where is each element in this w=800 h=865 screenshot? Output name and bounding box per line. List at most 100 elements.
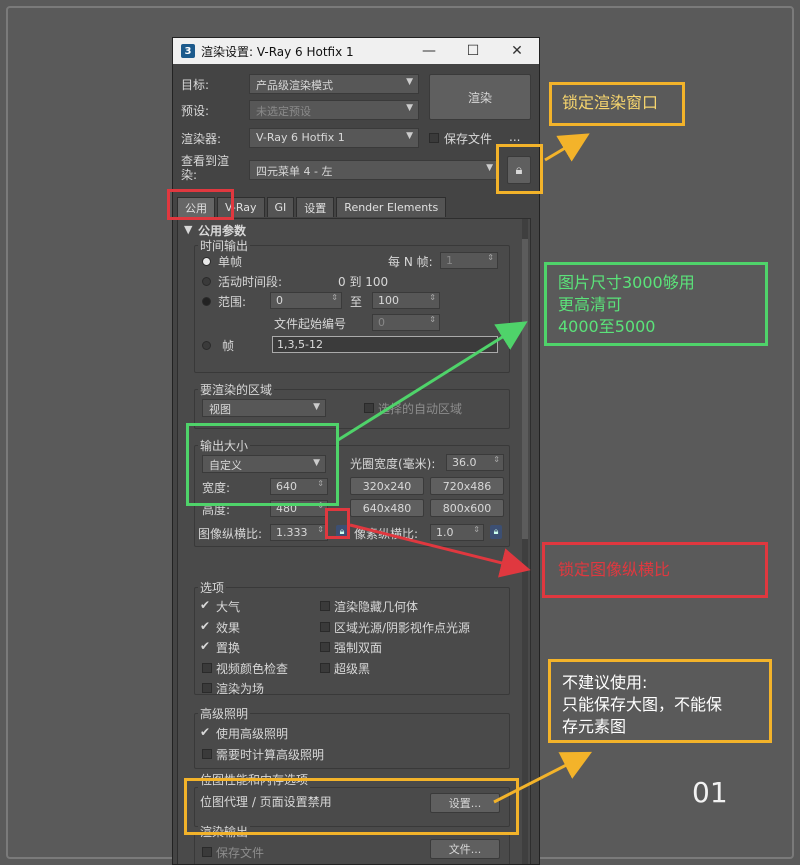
target-label: 目标: [181, 78, 210, 92]
renderer-value: V-Ray 6 Hotfix 1 [256, 131, 345, 144]
output-note-line3: 存元素图 [562, 717, 627, 736]
chevron-down-icon: ▼ [406, 77, 413, 87]
advanced-lighting-title: 高级照明 [198, 705, 251, 722]
preset-800x600-button[interactable]: 800x600 [430, 499, 504, 517]
spinner-icon[interactable]: ⇕ [493, 455, 500, 464]
size-note-line3: 4000至5000 [558, 317, 656, 336]
pixel-aspect-field[interactable]: 1.0 ⇕ [430, 524, 484, 541]
chevron-down-icon: ▼ [406, 131, 413, 141]
output-note-line1: 不建议使用: [562, 673, 648, 692]
active-segment-range: 0 到 100 [338, 275, 389, 289]
target-select[interactable]: 产品级渲染模式 ▼ [249, 74, 419, 94]
render-hidden-checkbox[interactable] [320, 601, 330, 611]
render-button[interactable]: 渲染 [429, 74, 531, 120]
render-fields-checkbox[interactable] [202, 683, 212, 693]
spinner-icon[interactable]: ⇕ [317, 525, 324, 534]
active-segment-radio[interactable] [202, 277, 211, 286]
single-frame-radio[interactable] [202, 257, 211, 266]
area-select[interactable]: 视图 ▼ [202, 399, 326, 417]
option-video-check: 视频颜色检查 [216, 662, 289, 676]
aperture-field[interactable]: 36.0 ⇕ [446, 454, 504, 471]
super-black-checkbox[interactable] [320, 663, 330, 673]
range-to-label: 至 [350, 295, 363, 309]
preset-value: 未选定预设 [256, 105, 311, 118]
tab-gi[interactable]: GI [266, 197, 295, 217]
area-lights-checkbox[interactable] [320, 622, 330, 632]
aspect-lock-highlight [325, 508, 350, 539]
use-advanced-lighting-label: 使用高级照明 [216, 727, 289, 741]
frames-radio[interactable] [202, 341, 211, 350]
spinner-icon[interactable]: ⇕ [487, 253, 494, 262]
compute-advanced-lighting-label: 需要时计算高级照明 [216, 748, 325, 762]
scrollbar[interactable] [522, 219, 528, 864]
preset-label: 预设: [181, 104, 210, 118]
view-select[interactable]: 四元菜单 4 - 左 ▼ [249, 160, 499, 180]
image-aspect-value: 1.333 [276, 526, 308, 539]
range-from-field[interactable]: 0 ⇕ [270, 292, 342, 309]
red-note-text: 锁定图像纵横比 [558, 560, 671, 579]
range-label: 范围: [218, 295, 247, 309]
preset-select[interactable]: 未选定预设 ▼ [249, 100, 419, 120]
close-button[interactable]: ✕ [495, 43, 539, 59]
chevron-down-icon: ▼ [313, 402, 320, 412]
common-tab-highlight [167, 189, 234, 220]
file-start-field[interactable]: 0 ⇕ [372, 314, 440, 331]
view-label-line2: 染: [181, 168, 198, 182]
check-advanced-lighting-icon[interactable]: ✔ [200, 725, 210, 739]
options-title: 选项 [198, 579, 227, 596]
target-value: 产品级渲染模式 [256, 79, 333, 92]
chevron-down-icon: ▼ [406, 103, 413, 113]
view-label-line1: 查看到渲 [181, 154, 230, 168]
option-super-black: 超级黑 [334, 662, 371, 676]
force-2sided-checkbox[interactable] [320, 642, 330, 652]
scrollbar-thumb[interactable] [522, 239, 528, 539]
pixel-aspect-lock-icon[interactable]: 🔒︎ [490, 525, 502, 539]
save-file-label: 保存文件 [444, 132, 493, 146]
video-check-checkbox[interactable] [202, 663, 212, 673]
range-to-field[interactable]: 100 ⇕ [372, 292, 440, 309]
image-aspect-field[interactable]: 1.333 ⇕ [270, 524, 328, 541]
save-file-checkbox[interactable] [429, 133, 439, 143]
frames-label: 帧 [222, 339, 235, 353]
time-output-title: 时间输出 [198, 237, 251, 254]
spinner-icon[interactable]: ⇕ [429, 293, 436, 302]
view-label: 查看到渲 染: [181, 154, 229, 182]
lock-highlight-box [496, 144, 543, 194]
area-title: 要渲染的区域 [198, 381, 275, 398]
every-n-field[interactable]: 1 ⇕ [440, 252, 498, 269]
render-output-files-button[interactable]: 文件... [430, 839, 500, 859]
active-segment-label: 活动时间段: [218, 275, 283, 289]
app-icon: 3 [181, 44, 195, 58]
tab-render-elements[interactable]: Render Elements [336, 197, 447, 217]
render-output-highlight [184, 778, 519, 835]
check-displacement-icon[interactable]: ✔ [200, 639, 210, 653]
collapse-icon[interactable]: ▼ [184, 223, 192, 236]
spinner-icon[interactable]: ⇕ [331, 293, 338, 302]
more-button[interactable]: ... [509, 130, 520, 144]
lock-note-text: 锁定渲染窗口 [562, 93, 659, 112]
frames-input[interactable]: 1,3,5-12 [272, 336, 498, 353]
area-value: 视图 [209, 403, 231, 416]
check-effects-icon[interactable]: ✔ [200, 619, 210, 633]
check-atmosphere-icon[interactable]: ✔ [200, 598, 210, 612]
auto-region-checkbox[interactable] [364, 403, 374, 413]
window-title: 渲染设置: V-Ray 6 Hotfix 1 [201, 44, 354, 59]
option-atmosphere: 大气 [216, 600, 241, 614]
maximize-button[interactable]: ☐ [451, 43, 495, 59]
option-render-hidden: 渲染隐藏几何体 [334, 600, 419, 614]
renderer-select[interactable]: V-Ray 6 Hotfix 1 ▼ [249, 128, 419, 148]
render-output-save-checkbox[interactable] [202, 847, 212, 857]
option-displacement: 置换 [216, 641, 241, 655]
preset-720x486-button[interactable]: 720x486 [430, 477, 504, 495]
option-render-fields: 渲染为场 [216, 682, 265, 696]
spinner-icon[interactable]: ⇕ [429, 315, 436, 324]
range-radio[interactable] [202, 297, 211, 306]
minimize-button[interactable]: — [407, 43, 451, 59]
preset-640x480-button[interactable]: 640x480 [350, 499, 424, 517]
aperture-value: 36.0 [452, 456, 477, 469]
tab-settings[interactable]: 设置 [296, 197, 335, 217]
title-bar: 3 渲染设置: V-Ray 6 Hotfix 1 — ☐ ✕ [173, 38, 539, 64]
preset-320x240-button[interactable]: 320x240 [350, 477, 424, 495]
compute-advanced-lighting-checkbox[interactable] [202, 749, 212, 759]
spinner-icon[interactable]: ⇕ [473, 525, 480, 534]
